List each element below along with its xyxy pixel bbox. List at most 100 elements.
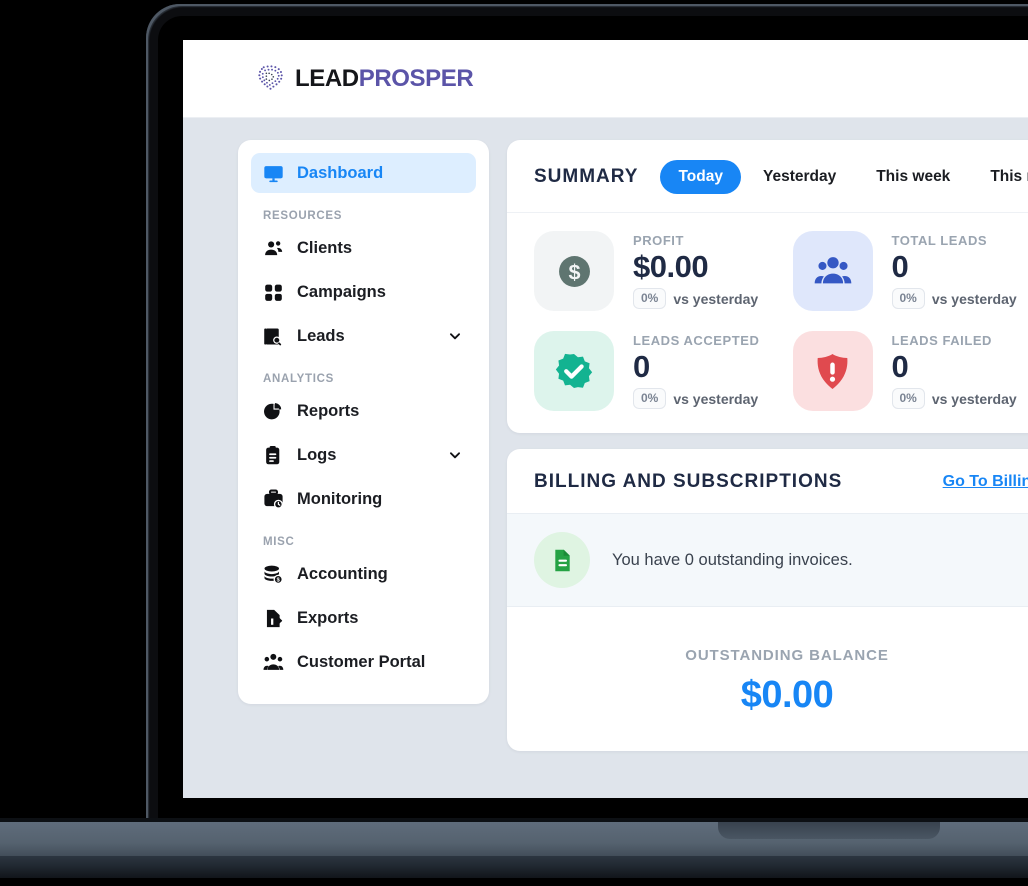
stat-body: TOTAL LEADS 0 0% vs yesterday: [891, 232, 1017, 310]
outstanding-balance-value: $0.00: [740, 674, 834, 716]
summary-stat-grid: $ PROFIT $0.00 0% vs yesterday TOTAL LEA…: [507, 213, 1028, 433]
stat-card-leads-accepted: LEADS ACCEPTED 0 0% vs yesterday: [534, 331, 783, 411]
billing-title: BILLING AND SUBSCRIPTIONS: [534, 471, 843, 492]
pie-chart-icon: [263, 401, 284, 422]
stat-label: PROFIT: [633, 232, 684, 248]
chevron-down-icon: [448, 285, 462, 299]
svg-text:$: $: [568, 259, 580, 284]
stat-delta: 0% vs yesterday: [633, 288, 759, 310]
stat-card-profit: $ PROFIT $0.00 0% vs yesterday: [534, 231, 783, 311]
sidebar-item-label: Campaigns: [297, 282, 386, 301]
sidebar-item-monitoring[interactable]: Monitoring: [251, 479, 476, 519]
brand-logo[interactable]: LEADPROSPER: [255, 63, 474, 94]
file-export-icon: [263, 608, 284, 629]
sidebar-item-exports[interactable]: Exports: [251, 598, 476, 638]
stat-value: 0: [891, 248, 909, 284]
summary-period-tabs: Today Yesterday This week This month: [660, 160, 1028, 194]
stat-delta: 0% vs yesterday: [633, 388, 759, 410]
stat-delta: 0% vs yesterday: [891, 288, 1017, 310]
brand-wordmark-lead: LEAD: [295, 64, 359, 92]
tab-today[interactable]: Today: [660, 160, 741, 194]
summary-card: SUMMARY Today Yesterday This week This m…: [507, 140, 1028, 433]
people-portal-icon: [263, 652, 284, 673]
stat-label: TOTAL LEADS: [891, 232, 988, 248]
app-header: LEADPROSPER: [183, 40, 1028, 118]
stat-delta: 0% vs yesterday: [891, 388, 1017, 410]
sidebar-item-label: Accounting: [297, 564, 388, 583]
sidebar-item-campaigns[interactable]: Campaigns: [251, 272, 476, 312]
chevron-down-icon[interactable]: [448, 329, 462, 343]
sidebar-group-title-misc: MISC: [263, 536, 295, 548]
sidebar-item-leads[interactable]: Leads: [251, 316, 476, 356]
stat-label: LEADS FAILED: [891, 332, 992, 348]
stat-value: $0.00: [633, 248, 709, 284]
stat-delta-text: vs yesterday: [673, 290, 759, 307]
invoice-document-icon: [534, 532, 590, 588]
badge-check-icon: [534, 331, 614, 411]
users-group-icon: [792, 231, 873, 311]
summary-card-header: SUMMARY Today Yesterday This week This m…: [507, 140, 1028, 213]
laptop-base-front-edge: [0, 856, 1028, 878]
outstanding-invoices-row: You have 0 outstanding invoices.: [507, 513, 1028, 607]
billing-card: BILLING AND SUBSCRIPTIONS Go To Billing: [507, 449, 1028, 751]
brand-wordmark-prosper: PROSPER: [358, 64, 474, 92]
stat-label: LEADS ACCEPTED: [633, 332, 760, 348]
stat-delta-text: vs yesterday: [931, 290, 1017, 307]
status-badge: 0%: [633, 388, 667, 410]
sidebar-item-label: Monitoring: [297, 489, 383, 508]
tab-this-week[interactable]: This week: [858, 160, 968, 194]
sidebar-group-analytics: Reports Logs Monitoring: [251, 391, 476, 519]
status-badge: 0%: [891, 388, 925, 410]
sidebar-nav: Dashboard RESOURCES Clients Campaigns Le…: [238, 140, 489, 704]
stat-card-total-leads: TOTAL LEADS 0 0% vs yesterday: [792, 231, 1028, 311]
outstanding-balance-block: OUTSTANDING BALANCE $0.00: [507, 607, 1028, 751]
chevron-down-icon[interactable]: [448, 448, 462, 462]
sidebar-item-label: Reports: [297, 401, 360, 420]
stat-body: LEADS ACCEPTED 0 0% vs yesterday: [633, 332, 760, 410]
sidebar-item-label: Logs: [297, 445, 337, 464]
go-to-billing-link[interactable]: Go To Billing: [943, 473, 1028, 491]
lead-prosper-dots-mark-icon: [255, 63, 286, 94]
stat-body: LEADS FAILED 0 0% vs yesterday: [891, 332, 1017, 410]
laptop-base-notch: [718, 822, 940, 839]
status-badge: 0%: [891, 288, 925, 310]
main-content: SUMMARY Today Yesterday This week This m…: [507, 140, 1028, 751]
laptop-screen: LEADPROSPER Dashboard RESOURCES Clients …: [183, 40, 1028, 798]
sidebar-item-logs[interactable]: Logs: [251, 435, 476, 475]
lead-search-icon: [263, 326, 284, 347]
sidebar-item-label: Leads: [297, 326, 345, 345]
clipboard-list-icon: [263, 445, 284, 466]
sidebar-item-clients[interactable]: Clients: [251, 228, 476, 268]
stat-value: 0: [633, 348, 650, 384]
sidebar-item-dashboard[interactable]: Dashboard: [251, 153, 476, 193]
desktop-monitor-icon: [263, 163, 284, 184]
shield-alert-icon: [792, 331, 873, 411]
sidebar-group-resources: Clients Campaigns Leads: [251, 228, 476, 356]
brand-wordmark: LEADPROSPER: [295, 64, 474, 93]
tab-this-month[interactable]: This month: [972, 160, 1028, 194]
dollar-circle-icon: $: [534, 231, 614, 311]
coins-stack-icon: $: [263, 564, 284, 585]
summary-title: SUMMARY: [534, 166, 639, 187]
sidebar-item-accounting[interactable]: $ Accounting: [251, 554, 476, 594]
app-body: Dashboard RESOURCES Clients Campaigns Le…: [183, 118, 1028, 751]
tab-yesterday[interactable]: Yesterday: [745, 160, 854, 194]
users-group-icon: [263, 238, 284, 259]
stat-body: PROFIT $0.00 0% vs yesterday: [633, 232, 759, 310]
sidebar-item-reports[interactable]: Reports: [251, 391, 476, 431]
sidebar-item-label: Dashboard: [297, 163, 384, 182]
billing-card-header: BILLING AND SUBSCRIPTIONS Go To Billing: [507, 449, 1028, 513]
briefcase-clock-icon: [263, 489, 284, 510]
stat-value: 0: [891, 348, 909, 384]
stat-delta-text: vs yesterday: [673, 390, 759, 407]
outstanding-invoices-text: You have 0 outstanding invoices.: [612, 550, 853, 569]
sidebar-item-label: Exports: [297, 608, 359, 627]
sidebar-item-label: Clients: [297, 238, 353, 257]
outstanding-balance-label: OUTSTANDING BALANCE: [685, 647, 889, 664]
sidebar-item-customer-portal[interactable]: Customer Portal: [251, 642, 476, 682]
status-badge: 0%: [633, 288, 667, 310]
sidebar-group-title-resources: RESOURCES: [263, 210, 343, 222]
sidebar-group-misc: $ Accounting Exports Customer Portal: [251, 554, 476, 682]
sidebar-group-title-analytics: ANALYTICS: [263, 373, 335, 385]
screenshot-stage: LEADPROSPER Dashboard RESOURCES Clients …: [0, 0, 1028, 886]
